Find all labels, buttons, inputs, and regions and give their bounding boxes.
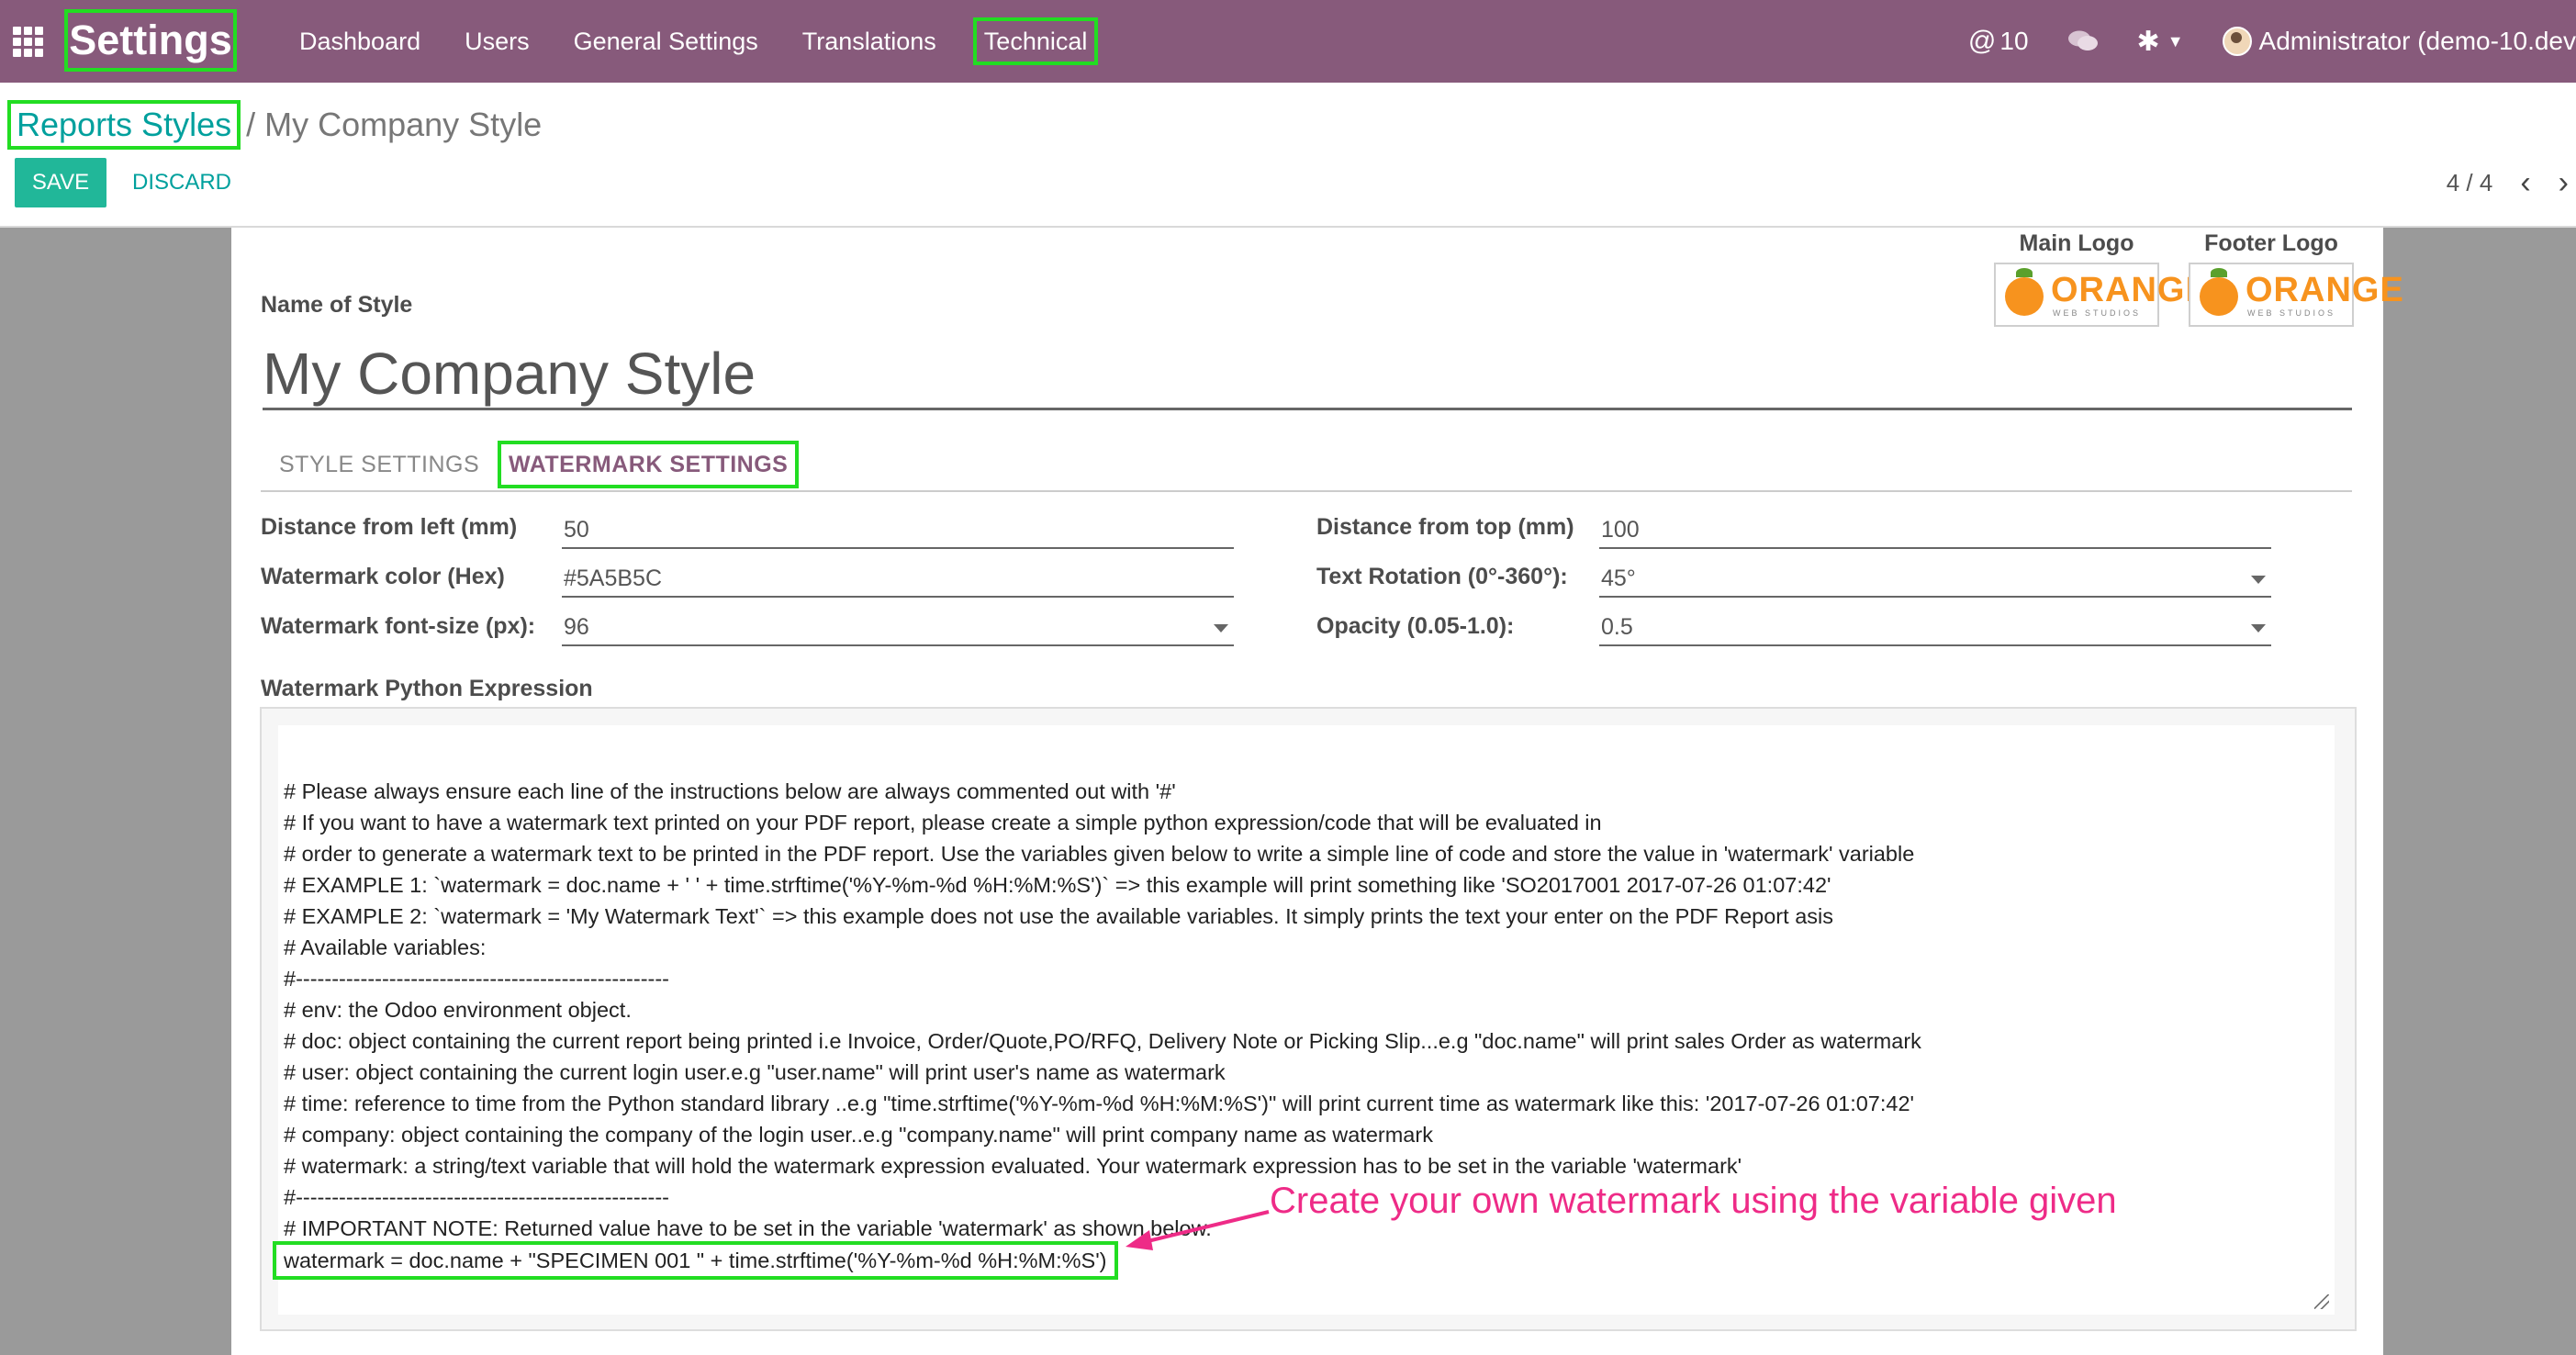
chevron-right-icon[interactable]: › xyxy=(2559,165,2569,201)
code-line: # order to generate a watermark text to … xyxy=(284,842,1915,866)
debug-menu-button[interactable]: ✱ ▼ xyxy=(2137,26,2184,58)
user-menu[interactable]: Administrator (demo-10.dev xyxy=(2222,27,2576,56)
orange-fruit-icon xyxy=(2005,268,2044,316)
footer-logo-field: Footer Logo ORANGE WEB STUDIOS xyxy=(2189,228,2403,327)
annotation-arrow-icon xyxy=(1126,1210,1270,1250)
breadcrumb-reports-styles[interactable]: Reports Styles xyxy=(6,100,241,150)
menu-translations[interactable]: Translations xyxy=(799,23,940,60)
caret-down-icon xyxy=(1214,624,1228,633)
code-line: # Available variables: xyxy=(284,935,487,959)
code-line: #---------------------------------------… xyxy=(284,967,670,991)
caret-down-icon xyxy=(2251,576,2266,584)
code-line: # doc: object containing the current rep… xyxy=(284,1029,1921,1053)
code-line: # Please always ensure each line of the … xyxy=(284,779,1176,803)
main-logo-field: Main Logo ORANGE WEB STUDIOS xyxy=(1994,228,2209,327)
code-editor[interactable]: # Please always ensure each line of the … xyxy=(273,725,2335,1315)
distance-top-label: Distance from top (mm) xyxy=(1316,514,1574,540)
mentions-button[interactable]: @ 10 xyxy=(1968,26,2029,57)
footer-logo-label: Footer Logo xyxy=(2204,230,2338,256)
text-rotation-label: Text Rotation (0°-360°): xyxy=(1316,564,1568,589)
code-line: # time: reference to time from the Pytho… xyxy=(284,1092,1915,1115)
control-panel: Reports Styles / My Company Style SAVE D… xyxy=(0,83,2576,228)
name-of-style-input[interactable]: My Company Style xyxy=(263,340,2352,410)
code-line: # EXAMPLE 1: `watermark = doc.name + ' '… xyxy=(284,873,1831,897)
watermark-color-label: Watermark color (Hex) xyxy=(261,564,505,589)
code-line: # If you want to have a watermark text p… xyxy=(284,811,1602,834)
mentions-count: 10 xyxy=(1999,27,2029,55)
logo-text: ORANGE xyxy=(2246,271,2404,309)
watermark-expression-label: Watermark Python Expression xyxy=(261,676,593,701)
user-name: Administrator (demo-10.dev xyxy=(2258,27,2576,55)
main-logo-label: Main Logo xyxy=(2019,230,2134,256)
save-button[interactable]: SAVE xyxy=(15,158,106,207)
app-brand-title: Settings xyxy=(64,9,237,72)
menu-dashboard[interactable]: Dashboard xyxy=(296,23,424,60)
tab-style-settings[interactable]: STYLE SETTINGS xyxy=(279,444,479,485)
code-line: #---------------------------------------… xyxy=(284,1185,670,1209)
settings-tabs: STYLE SETTINGS WATERMARK SETTINGS xyxy=(261,441,2352,492)
text-rotation-select[interactable]: 45° xyxy=(1599,561,2271,598)
breadcrumb-separator: / xyxy=(246,106,256,143)
watermark-fontsize-select[interactable]: 96 xyxy=(562,610,1234,646)
pager: 4 / 4 ‹ › xyxy=(2447,160,2576,206)
logo-subtext: WEB STUDIOS xyxy=(2053,308,2142,318)
distance-left-label: Distance from left (mm) xyxy=(261,514,518,540)
menu-general-settings[interactable]: General Settings xyxy=(570,23,762,60)
watermark-expression-textarea[interactable]: # Please always ensure each line of the … xyxy=(260,707,2357,1331)
breadcrumb-current: My Company Style xyxy=(264,106,543,143)
main-menu: Dashboard Users General Settings Transla… xyxy=(296,0,1131,83)
navbar-systray: @ 10 ✱ ▼ Administrator (demo-10.dev xyxy=(1968,0,2576,83)
apps-grid-icon[interactable] xyxy=(13,27,44,57)
text-rotation-value: 45° xyxy=(1601,566,1636,591)
top-navbar: Settings Dashboard Users General Setting… xyxy=(0,0,2576,83)
name-of-style-label: Name of Style xyxy=(261,292,413,318)
messages-button[interactable] xyxy=(2067,29,2099,53)
resize-handle-icon[interactable] xyxy=(2314,1294,2329,1309)
code-line: # company: object containing the company… xyxy=(284,1123,1433,1147)
breadcrumb: Reports Styles / My Company Style xyxy=(6,100,543,150)
logo-subtext: WEB STUDIOS xyxy=(2247,308,2336,318)
opacity-label: Opacity (0.05-1.0): xyxy=(1316,613,1515,639)
discard-button[interactable]: DISCARD xyxy=(119,158,244,207)
chevron-left-icon[interactable]: ‹ xyxy=(2520,165,2530,201)
watermark-fontsize-label: Watermark font-size (px): xyxy=(261,613,536,639)
code-line: # watermark: a string/text variable that… xyxy=(284,1154,1742,1178)
footer-logo-image[interactable]: ORANGE WEB STUDIOS xyxy=(2189,263,2403,327)
watermark-color-input[interactable]: #5A5B5C xyxy=(562,561,1234,598)
caret-down-icon: ▼ xyxy=(2167,31,2184,50)
distance-top-input[interactable]: 100 xyxy=(1599,512,2271,549)
menu-technical[interactable]: Technical xyxy=(972,17,1099,65)
code-line: # EXAMPLE 2: `watermark = 'My Watermark … xyxy=(284,904,1833,928)
bug-icon: ✱ xyxy=(2136,26,2160,57)
at-icon: @ xyxy=(1967,26,1997,56)
opacity-select[interactable]: 0.5 xyxy=(1599,610,2271,646)
avatar xyxy=(2222,27,2252,56)
orange-fruit-icon xyxy=(2200,268,2238,316)
chat-bubbles-icon xyxy=(2067,30,2098,50)
distance-left-input[interactable]: 50 xyxy=(562,512,1234,549)
code-line: # user: object containing the current lo… xyxy=(284,1060,1226,1084)
code-line: # env: the Odoo environment object. xyxy=(284,998,632,1022)
logo-text: ORANGE xyxy=(2051,271,2210,309)
watermark-code-line[interactable]: watermark = doc.name + "SPECIMEN 001 " +… xyxy=(273,1241,1118,1280)
caret-down-icon xyxy=(2251,624,2266,633)
watermark-fontsize-value: 96 xyxy=(564,614,589,640)
code-line: # IMPORTANT NOTE: Returned value have to… xyxy=(284,1216,1212,1240)
main-logo-image[interactable]: ORANGE WEB STUDIOS xyxy=(1994,263,2209,327)
annotation-text: Create your own watermark using the vari… xyxy=(1270,1181,2117,1221)
menu-users[interactable]: Users xyxy=(461,23,533,60)
tab-watermark-settings[interactable]: WATERMARK SETTINGS xyxy=(497,441,800,488)
pager-value: 4 / 4 xyxy=(2446,168,2493,196)
opacity-value: 0.5 xyxy=(1601,614,1633,640)
